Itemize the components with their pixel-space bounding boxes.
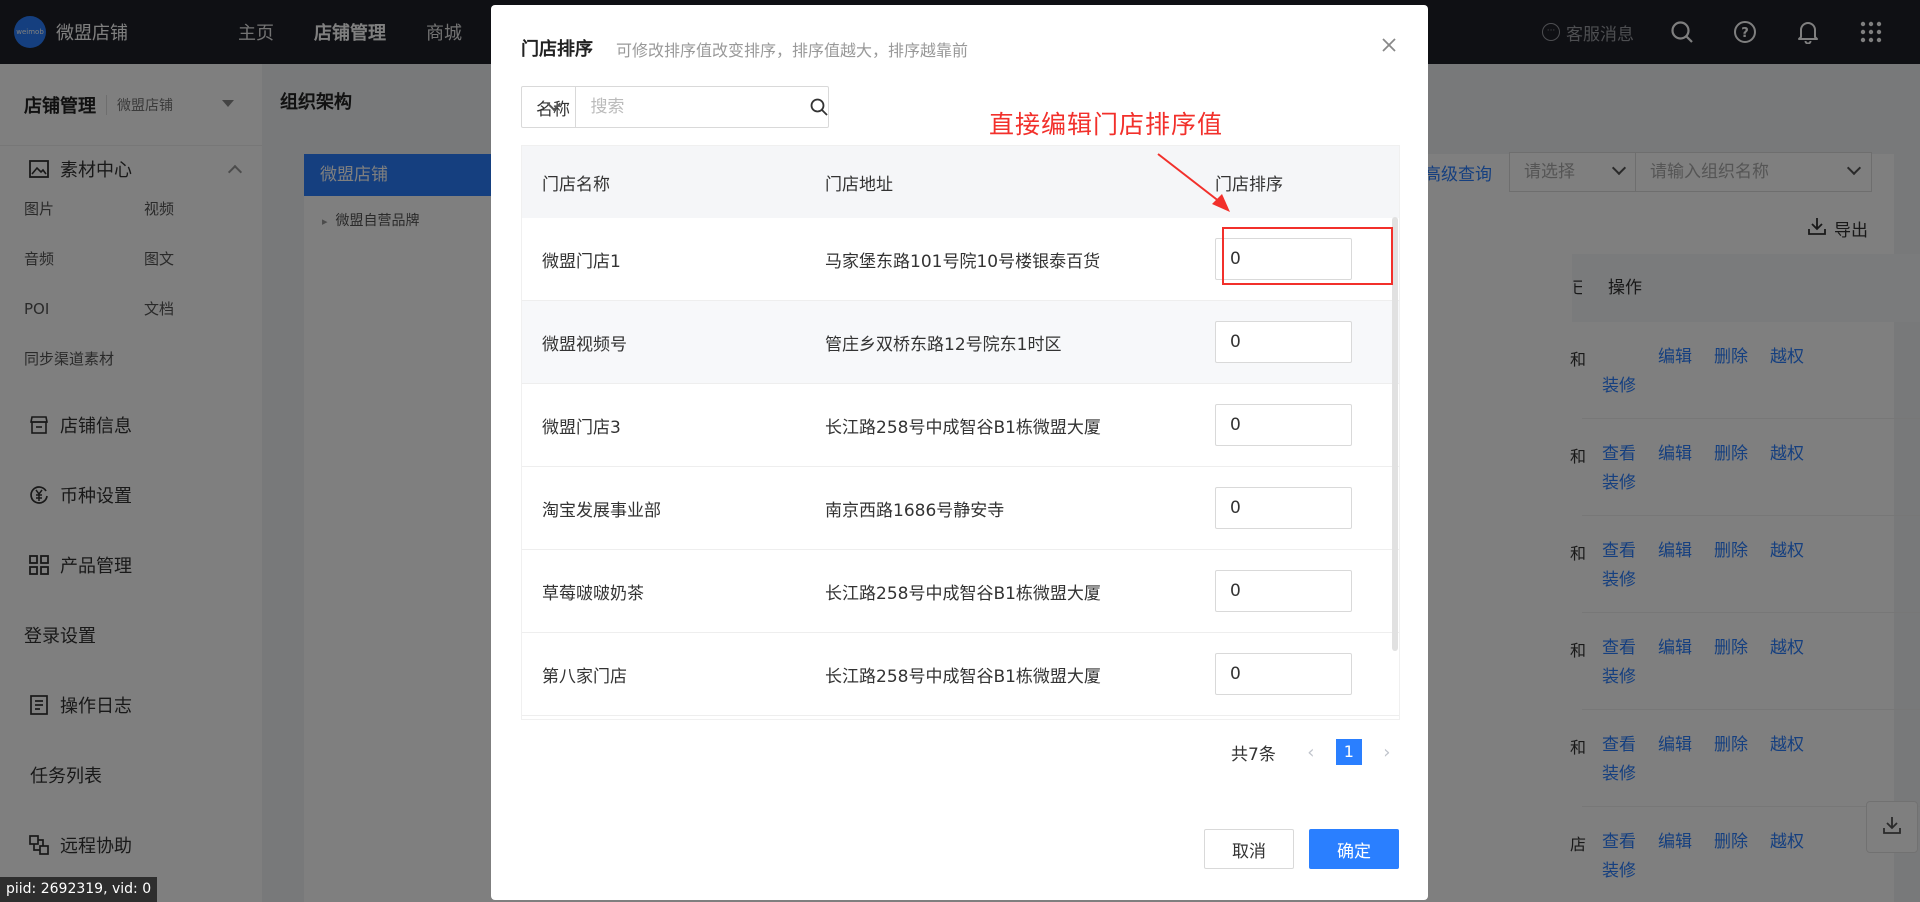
table-header: 门店名称 门店地址 门店排序: [522, 146, 1399, 218]
search-icon[interactable]: [809, 87, 828, 127]
column-header-sort: 门店排序: [1215, 174, 1283, 195]
annotation-text: 直接编辑门店排序值: [989, 110, 1224, 139]
next-page-icon[interactable]: ›: [1372, 742, 1402, 763]
store-sort-cell: [1215, 653, 1385, 695]
debug-info: piid: 2692319, vid: 0: [0, 877, 158, 902]
store-sort-cell: [1215, 321, 1385, 363]
store-address-cell: 长江路258号中成智谷B1栋微盟大厦: [825, 417, 1101, 438]
store-sort-cell: [1215, 487, 1385, 529]
store-sort-cell: [1215, 570, 1385, 612]
pagination: 共7条 ‹ 1 ›: [1231, 739, 1402, 765]
store-name-cell: 第八家门店: [542, 666, 627, 687]
store-sort-cell: [1215, 404, 1385, 446]
table-row: 草莓啵啵奶茶 长江路258号中成智谷B1栋微盟大厦: [522, 550, 1399, 633]
sort-value-input[interactable]: [1215, 487, 1352, 529]
store-address-cell: 南京西路1686号静安寺: [825, 500, 1005, 521]
store-name-cell: 微盟门店1: [542, 251, 621, 272]
table-row: 淘宝发展事业部 南京西路1686号静安寺: [522, 467, 1399, 550]
dialog-subtitle: 可修改排序值改变排序，排序值越大，排序越靠前: [616, 41, 969, 60]
search-input[interactable]: [576, 87, 810, 127]
store-address-cell: 长江路258号中成智谷B1栋微盟大厦: [825, 583, 1101, 604]
search-group: 名称: [521, 86, 829, 128]
sort-value-input[interactable]: [1215, 321, 1352, 363]
sort-value-input[interactable]: [1215, 653, 1352, 695]
store-address-cell: 管庄乡双桥东路12号院东1时区: [825, 334, 1062, 355]
store-name-cell: 淘宝发展事业部: [542, 500, 661, 521]
confirm-button[interactable]: 确定: [1309, 829, 1399, 869]
annotation-arrow-icon: [1157, 153, 1230, 212]
store-name-cell: 微盟门店3: [542, 417, 621, 438]
annotation-highlight-box: [1222, 227, 1393, 285]
store-name-cell: 微盟视频号: [542, 334, 627, 355]
store-address-cell: 马家堡东路101号院10号楼银泰百货: [825, 251, 1101, 272]
store-address-cell: 长江路258号中成智谷B1栋微盟大厦: [825, 666, 1101, 687]
page-number[interactable]: 1: [1335, 739, 1362, 765]
total-count: 共7条: [1231, 744, 1276, 765]
table-row: 微盟视频号 管庄乡双桥东路12号院东1时区: [522, 301, 1399, 384]
column-header-name: 门店名称: [542, 174, 610, 195]
store-sort-dialog: 门店排序 可修改排序值改变排序，排序值越大，排序越靠前 名称 直接编辑门店排序值…: [491, 5, 1428, 900]
store-name-cell: 草莓啵啵奶茶: [542, 583, 644, 604]
cancel-button[interactable]: 取消: [1204, 829, 1294, 869]
dialog-title: 门店排序: [521, 39, 593, 60]
prev-page-icon[interactable]: ‹: [1296, 742, 1326, 763]
search-field-select[interactable]: 名称: [522, 87, 577, 127]
sort-value-input[interactable]: [1215, 404, 1352, 446]
table-row: 微盟门店3 长江路258号中成智谷B1栋微盟大厦: [522, 384, 1399, 467]
sort-value-input[interactable]: [1215, 570, 1352, 612]
close-icon[interactable]: [1379, 35, 1399, 55]
table-row: 第八家门店 长江路258号中成智谷B1栋微盟大厦: [522, 633, 1399, 716]
